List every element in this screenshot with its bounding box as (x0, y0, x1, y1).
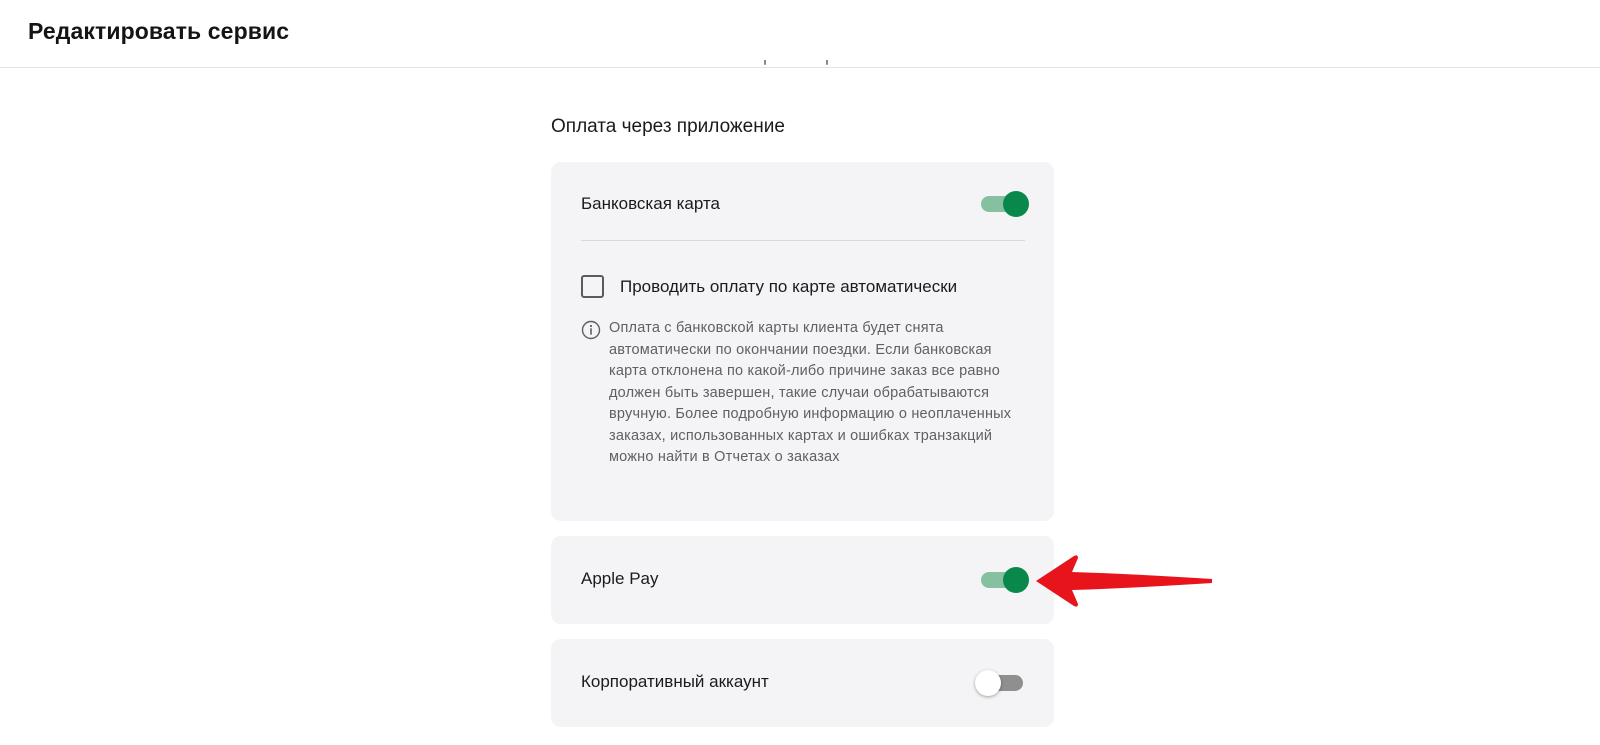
auto-payment-checkbox[interactable] (581, 275, 604, 298)
info-circle-icon (581, 320, 601, 340)
apple-pay-panel: Apple Pay (551, 536, 1054, 624)
auto-payment-label: Проводить оплату по карте автоматически (620, 276, 958, 296)
red-arrow-icon (1036, 555, 1212, 607)
header: Редактировать сервис (0, 0, 1600, 68)
apple-pay-label: Apple Pay (581, 569, 659, 588)
scrolled-text-fragment (760, 60, 860, 68)
bank-card-toggle[interactable] (979, 190, 1029, 218)
divider (581, 240, 1025, 241)
corporate-account-label: Корпоративный аккаунт (581, 672, 769, 691)
bank-card-label: Банковская карта (581, 194, 721, 213)
auto-payment-checkbox-row[interactable]: Проводить оплату по карте автоматически (581, 275, 957, 298)
page-title: Редактировать сервис (28, 18, 290, 44)
apple-pay-toggle[interactable] (979, 566, 1029, 594)
bank-card-panel: Банковская карта Проводить оплату по кар… (551, 162, 1054, 521)
toggle-knob (975, 670, 1001, 696)
auto-payment-info-text: Оплата с банковской карты клиента будет … (609, 320, 1012, 465)
section-title: Оплата через приложение (551, 116, 785, 137)
toggle-knob (1003, 567, 1029, 593)
corporate-account-toggle[interactable] (975, 669, 1025, 697)
toggle-knob (1003, 191, 1029, 217)
edit-service-page: Редактировать сервис Оплата через прилож… (0, 0, 1600, 745)
corporate-account-panel: Корпоративный аккаунт (551, 639, 1054, 727)
